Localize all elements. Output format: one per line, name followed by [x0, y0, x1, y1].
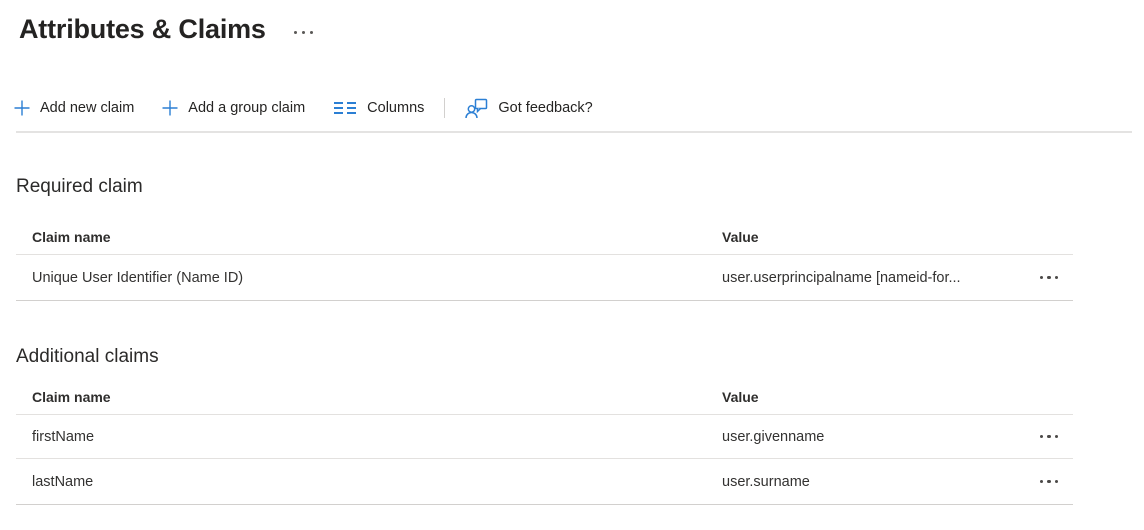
- additional-claims-section: Additional claims Claim name Value first…: [0, 344, 1144, 505]
- row-actions-icon[interactable]: [1038, 429, 1061, 445]
- table-row[interactable]: lastName user.surname: [16, 459, 1073, 505]
- table-header-row: Claim name Value: [16, 219, 1073, 255]
- claim-value-cell: user.surname: [722, 474, 1025, 490]
- toolbar-separator-line: [16, 131, 1132, 133]
- row-actions-icon[interactable]: [1038, 474, 1061, 490]
- plus-icon: [14, 100, 30, 116]
- command-bar: Add new claim Add a group claim Columns: [0, 93, 1144, 123]
- table-row[interactable]: Unique User Identifier (Name ID) user.us…: [16, 255, 1073, 301]
- table-row[interactable]: firstName user.givenname: [16, 415, 1073, 459]
- add-new-claim-button[interactable]: Add new claim: [0, 93, 148, 123]
- edit-columns-icon: [333, 100, 357, 116]
- value-column-header: Value: [722, 389, 1025, 405]
- claim-name-column-header: Claim name: [16, 389, 722, 405]
- required-claim-table: Claim name Value Unique User Identifier …: [16, 219, 1073, 301]
- got-feedback-button[interactable]: Got feedback?: [451, 93, 606, 123]
- claim-name-cell: firstName: [16, 429, 722, 445]
- page-title: Attributes & Claims: [19, 13, 266, 45]
- claim-value-cell: user.userprincipalname [nameid-for...: [722, 270, 1025, 286]
- columns-label: Columns: [367, 100, 424, 116]
- got-feedback-label: Got feedback?: [498, 100, 592, 116]
- claim-value-cell: user.givenname: [722, 429, 1025, 445]
- claim-name-cell: lastName: [16, 474, 722, 490]
- columns-button[interactable]: Columns: [319, 93, 438, 123]
- required-claim-heading: Required claim: [16, 174, 1144, 200]
- additional-claims-heading: Additional claims: [16, 344, 1144, 370]
- plus-icon: [162, 100, 178, 116]
- feedback-icon: [465, 97, 488, 119]
- table-header-row: Claim name Value: [16, 379, 1073, 415]
- claim-name-column-header: Claim name: [16, 229, 722, 245]
- add-group-claim-button[interactable]: Add a group claim: [148, 93, 319, 123]
- claim-name-cell: Unique User Identifier (Name ID): [16, 270, 722, 286]
- page-header: Attributes & Claims: [0, 0, 1144, 45]
- additional-claims-table: Claim name Value firstName user.givennam…: [16, 379, 1073, 505]
- required-claim-section: Required claim Claim name Value Unique U…: [0, 174, 1144, 301]
- more-options-icon[interactable]: [294, 31, 313, 34]
- add-group-claim-label: Add a group claim: [188, 100, 305, 116]
- value-column-header: Value: [722, 229, 1025, 245]
- add-new-claim-label: Add new claim: [40, 100, 134, 116]
- row-actions-icon[interactable]: [1038, 270, 1061, 286]
- toolbar-divider: [444, 98, 445, 118]
